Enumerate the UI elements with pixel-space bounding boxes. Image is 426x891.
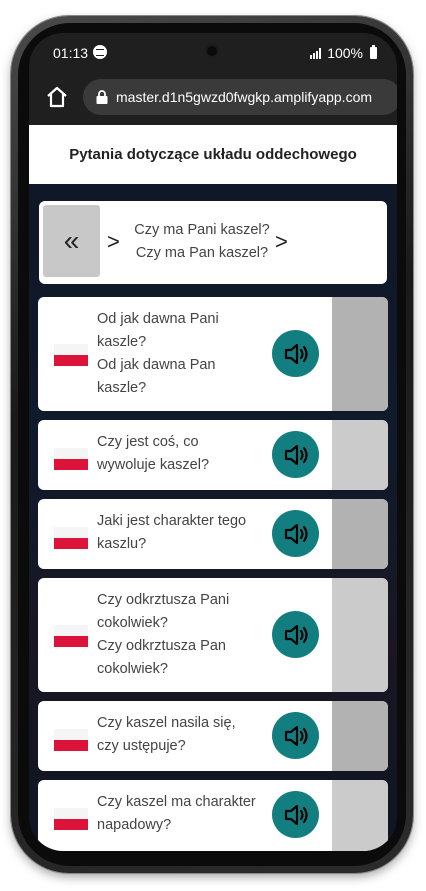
poland-flag-icon <box>54 729 88 751</box>
nav-question-male: Czy ma Pan kaszel? <box>135 245 269 261</box>
question-text: Czy kaszel nasila się, czy ustępuje? <box>97 715 236 754</box>
home-icon[interactable] <box>45 85 69 109</box>
back-button[interactable]: « <box>43 205 100 277</box>
chevron-right-icon[interactable]: > <box>107 229 120 255</box>
speaker-icon <box>284 523 308 544</box>
speaker-button[interactable] <box>272 330 319 377</box>
chevron-right-icon[interactable]: > <box>275 229 288 255</box>
card-side-panel <box>332 297 388 411</box>
speaker-icon <box>284 624 308 645</box>
speaker-icon <box>284 343 308 364</box>
question-text: Czy jest coś, co wywoluje kaszel? <box>97 434 210 473</box>
url-text: master.d1n5gwzd0fwgkp.amplifyapp.com <box>116 89 373 105</box>
speaker-button[interactable] <box>272 712 319 759</box>
question-text: Czy odkrztusza Pani cokolwiek? Czy odkrz… <box>97 592 230 677</box>
speaker-button[interactable] <box>272 431 319 478</box>
card-side-panel <box>332 780 388 851</box>
speaker-button[interactable] <box>272 510 319 557</box>
speaker-icon <box>284 444 308 465</box>
card-side-panel <box>332 701 388 771</box>
page-title: Pytania dotyczące układu oddechowego <box>29 125 397 184</box>
status-time: 01:13 <box>53 45 89 61</box>
screen: 01:13 100% master.d1n5gwzd0fwgkp.amplify… <box>29 33 397 851</box>
poland-flag-icon <box>54 344 88 366</box>
poland-flag-icon <box>54 448 88 470</box>
speaker-icon <box>284 725 308 746</box>
status-right: 100% <box>310 45 377 61</box>
browser-toolbar: master.d1n5gwzd0fwgkp.amplifyapp.com <box>29 73 397 125</box>
poland-flag-icon <box>54 625 88 647</box>
card-side-panel <box>332 499 388 569</box>
signal-icon <box>310 47 322 59</box>
question-card[interactable]: Czy odkrztusza Pani cokolwiek? Czy odkrz… <box>38 578 388 692</box>
poland-flag-icon <box>54 527 88 549</box>
speaker-button[interactable] <box>272 611 319 658</box>
question-card[interactable]: Czy kaszel nasila się, czy ustępuje? <box>38 701 388 771</box>
speaker-button[interactable] <box>272 791 319 838</box>
question-text: Czy kaszel ma charakter napadowy? <box>97 794 256 833</box>
double-chevron-left-icon: « <box>63 225 80 256</box>
status-bar: 01:13 100% <box>29 33 397 73</box>
battery-percent: 100% <box>327 45 363 61</box>
question-text: Jaki jest charakter tego kaszlu? <box>97 513 247 552</box>
battery-icon <box>370 45 377 59</box>
card-side-panel <box>332 420 388 490</box>
nav-question: Czy ma Pani kaszel? Czy ma Pan kaszel? <box>129 219 275 265</box>
url-field[interactable]: master.d1n5gwzd0fwgkp.amplifyapp.com <box>83 79 397 115</box>
question-nav: « > Czy ma Pani kaszel? Czy ma Pan kasze… <box>39 201 387 284</box>
spotify-icon <box>93 45 107 59</box>
question-card[interactable]: Jaki jest charakter tego kaszlu? <box>38 499 388 569</box>
front-camera <box>207 46 217 56</box>
question-card[interactable]: Od jak dawna Pani kaszle? Od jak dawna P… <box>38 297 388 411</box>
question-text: Od jak dawna Pani kaszle? Od jak dawna P… <box>97 311 219 396</box>
question-card[interactable]: Czy kaszel ma charakter napadowy? <box>38 780 388 851</box>
speaker-icon <box>284 804 308 825</box>
content-area: « > Czy ma Pani kaszel? Czy ma Pan kasze… <box>29 184 397 851</box>
poland-flag-icon <box>54 808 88 830</box>
nav-question-female: Czy ma Pani kaszel? <box>134 222 270 238</box>
lock-icon <box>96 90 108 104</box>
question-card[interactable]: Czy jest coś, co wywoluje kaszel? <box>38 420 388 490</box>
card-side-panel <box>332 578 388 692</box>
